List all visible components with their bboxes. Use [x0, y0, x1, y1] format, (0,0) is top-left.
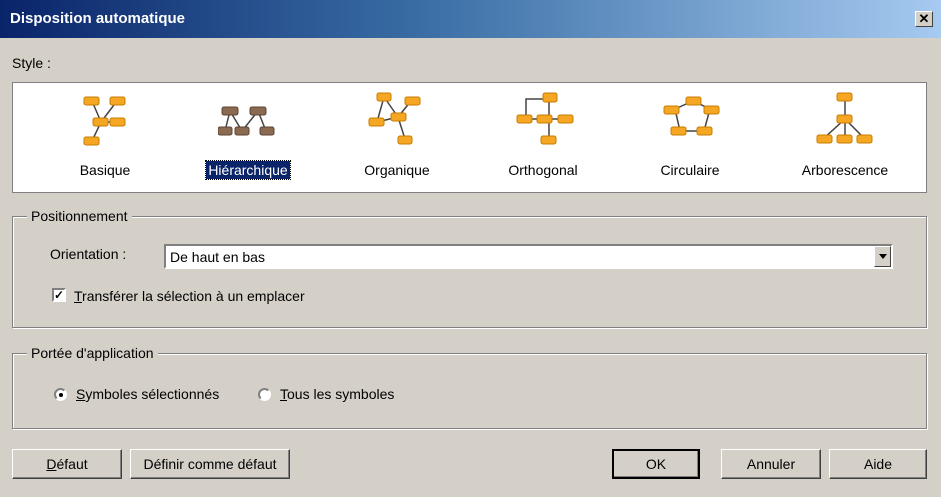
- orientation-select[interactable]: De haut en bas: [164, 244, 893, 269]
- orthogonal-layout-icon: [516, 92, 574, 145]
- close-icon: ✕: [918, 11, 930, 26]
- style-item-circulaire[interactable]: Circulaire: [620, 83, 760, 193]
- selected-symbols-text: ymboles sélectionnés: [85, 386, 220, 402]
- all-symbols-text: ous les symboles: [287, 386, 395, 402]
- style-item-basique[interactable]: Basique: [35, 83, 175, 193]
- all-symbols-radio[interactable]: [258, 388, 271, 401]
- positioning-title: Positionnement: [27, 208, 132, 224]
- organic-layout-icon: [368, 92, 421, 145]
- transfer-selection-mnemonic: T: [74, 288, 83, 304]
- positioning-group: Positionnement: [12, 208, 927, 328]
- set-default-button[interactable]: Définir comme défaut: [130, 449, 290, 479]
- default-button-label: éfaut: [56, 456, 88, 472]
- scope-title: Portée d'application: [27, 345, 158, 361]
- default-button[interactable]: Défaut: [12, 449, 122, 479]
- cancel-button[interactable]: Annuler: [721, 449, 821, 479]
- basic-layout-icon: [83, 96, 126, 146]
- style-item-arborescence[interactable]: Arborescence: [775, 83, 915, 193]
- ok-button[interactable]: OK: [612, 449, 700, 479]
- style-label-hierarchique: Hiérarchique: [205, 160, 291, 180]
- style-label-basique: Basique: [79, 162, 131, 178]
- dropdown-arrow-icon[interactable]: [874, 246, 891, 267]
- style-label-orthogonal: Orthogonal: [508, 162, 578, 178]
- hierarchical-layout-icon: [218, 106, 275, 136]
- selected-symbols-label[interactable]: Symboles sélectionnés: [76, 386, 219, 402]
- help-button[interactable]: Aide: [829, 449, 927, 479]
- style-item-orthogonal[interactable]: Orthogonal: [473, 83, 613, 193]
- circular-layout-icon: [663, 96, 720, 136]
- style-label-arborescence: Arborescence: [801, 162, 889, 178]
- transfer-selection-label[interactable]: Transférer la sélection à un emplacer: [74, 288, 305, 304]
- style-label-organique: Organique: [364, 162, 430, 178]
- window-title: Disposition automatique: [10, 10, 186, 27]
- all-symbols-mnemonic: T: [280, 386, 287, 402]
- title-bar: Disposition automatique ✕: [0, 0, 941, 38]
- style-label: Style :: [12, 55, 51, 71]
- orientation-value: De haut en bas: [170, 249, 265, 265]
- selected-symbols-mnemonic: S: [76, 386, 86, 402]
- style-label-circulaire: Circulaire: [660, 162, 720, 178]
- tree-layout-icon: [816, 92, 873, 144]
- selected-symbols-radio[interactable]: [54, 388, 67, 401]
- checkmark-icon: ✓: [54, 288, 65, 302]
- style-list: Basique Hiérarchique Organique Orthogona…: [12, 82, 927, 193]
- transfer-selection-text: ransférer la sélection à un emplacer: [82, 288, 305, 304]
- style-item-organique[interactable]: Organique: [327, 83, 467, 193]
- close-button[interactable]: ✕: [915, 11, 933, 27]
- default-button-mnemonic: D: [46, 456, 57, 472]
- orientation-label: Orientation :: [50, 246, 127, 262]
- transfer-selection-checkbox[interactable]: ✓: [52, 288, 66, 302]
- style-item-hierarchique[interactable]: Hiérarchique: [178, 83, 318, 193]
- all-symbols-label[interactable]: Tous les symboles: [280, 386, 394, 402]
